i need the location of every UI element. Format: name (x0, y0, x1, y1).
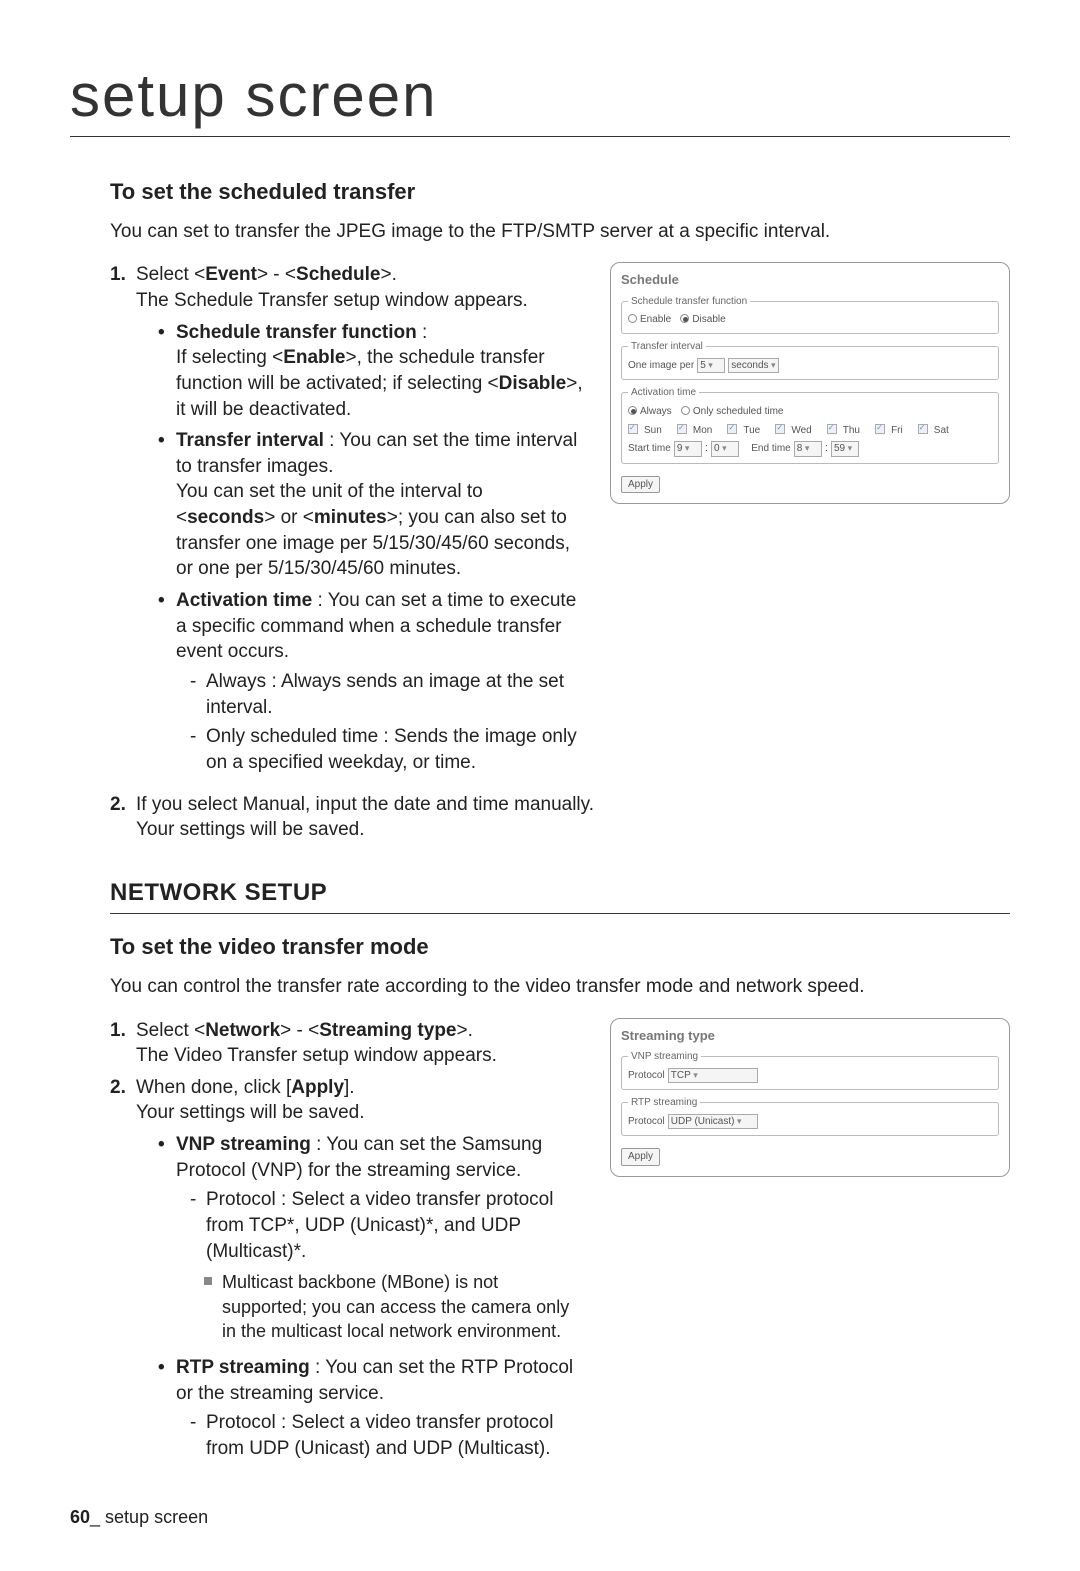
start-min-select[interactable]: 0 (711, 441, 739, 457)
end-min-select[interactable]: 59 (831, 441, 859, 457)
bullet-icon: • (158, 428, 176, 582)
tue-checkbox[interactable] (727, 424, 737, 434)
rtp-protocol-select[interactable]: UDP (Unicast) (668, 1114, 758, 1130)
wed-checkbox[interactable] (775, 424, 785, 434)
bullet-activation-time: Activation time : You can set a time to … (176, 588, 586, 779)
enable-label: Enable (640, 314, 671, 325)
end-time-label: End time (751, 443, 790, 454)
bullet-vnp-streaming: VNP streaming : You can set the Samsung … (176, 1132, 586, 1349)
transfer-interval-legend: Transfer interval (628, 340, 706, 354)
bullet-icon: • (158, 320, 176, 423)
sat-checkbox[interactable] (918, 424, 928, 434)
disable-label: Disable (692, 314, 725, 325)
bullet-transfer-interval: Transfer interval : You can set the time… (176, 428, 586, 582)
section-scheduled-transfer-heading: To set the scheduled transfer (110, 177, 1010, 207)
net-step-1-text: Select <Network> - <Streaming type>. The… (136, 1018, 586, 1069)
section-video-transfer-intro: You can control the transfer rate accord… (110, 974, 1010, 1000)
section-video-transfer-heading: To set the video transfer mode (110, 932, 1010, 962)
always-radio[interactable] (628, 406, 637, 415)
bullet-icon: • (158, 1132, 176, 1349)
schedule-panel: Schedule Schedule transfer function Enab… (610, 262, 1010, 504)
one-image-per-label: One image per (628, 360, 694, 371)
bullet-rtp-streaming: RTP streaming : You can set the RTP Prot… (176, 1355, 586, 1466)
step-1-text: Select <Event> - <Schedule>. (136, 262, 586, 288)
footer-text: setup screen (105, 1507, 208, 1527)
sat-label: Sat (934, 425, 949, 436)
vnp-streaming-fieldset: VNP streaming Protocol TCP (621, 1050, 999, 1090)
vnp-protocol-select[interactable]: TCP (668, 1068, 758, 1084)
mon-label: Mon (693, 425, 712, 436)
streaming-type-panel: Streaming type VNP streaming Protocol TC… (610, 1018, 1010, 1177)
schedule-apply-button[interactable]: Apply (621, 476, 660, 494)
page-number: 60 (70, 1507, 90, 1527)
multicast-note: Multicast backbone (MBone) is not suppor… (222, 1270, 586, 1343)
wed-label: Wed (791, 425, 811, 436)
activation-time-legend: Activation time (628, 386, 699, 400)
section-scheduled-transfer-intro: You can set to transfer the JPEG image t… (110, 219, 1010, 245)
bullet-icon: • (158, 588, 176, 779)
start-time-label: Start time (628, 443, 671, 454)
page-footer: 60_ setup screen (70, 1505, 208, 1529)
vnp-protocol-text: Protocol : Select a video transfer proto… (206, 1187, 586, 1264)
end-hour-select[interactable]: 8 (794, 441, 822, 457)
disable-radio[interactable] (680, 314, 689, 323)
vnp-streaming-legend: VNP streaming (628, 1050, 701, 1064)
schedule-transfer-function-legend: Schedule transfer function (628, 295, 750, 309)
tue-label: Tue (743, 425, 760, 436)
rtp-protocol-text: Protocol : Select a video transfer proto… (206, 1410, 586, 1461)
thu-checkbox[interactable] (827, 424, 837, 434)
dash-icon: - (190, 669, 206, 720)
page-title: setup screen (70, 55, 1010, 137)
thu-label: Thu (843, 425, 860, 436)
step-1-line2: The Schedule Transfer setup window appea… (136, 288, 586, 314)
bullet-schedule-transfer-function: Schedule transfer function : If selectin… (176, 320, 586, 423)
dash-icon: - (190, 724, 206, 775)
interval-unit-select[interactable]: seconds (728, 358, 778, 374)
transfer-interval-fieldset: Transfer interval One image per 5 second… (621, 340, 999, 380)
note-icon (204, 1277, 212, 1285)
streaming-type-panel-title: Streaming type (621, 1027, 999, 1045)
sun-checkbox[interactable] (628, 424, 638, 434)
dash-icon: - (190, 1410, 206, 1461)
mon-checkbox[interactable] (677, 424, 687, 434)
activation-only-scheduled: Only scheduled time : Sends the image on… (206, 724, 586, 775)
net-step-1-number: 1. (110, 1018, 136, 1069)
interval-value-select[interactable]: 5 (697, 358, 725, 374)
activation-always: Always : Always sends an image at the se… (206, 669, 586, 720)
net-step-2-number: 2. (110, 1075, 136, 1472)
schedule-transfer-function-fieldset: Schedule transfer function Enable Disabl… (621, 295, 999, 334)
vnp-protocol-label: Protocol (628, 1070, 665, 1081)
only-scheduled-label: Only scheduled time (693, 406, 784, 417)
schedule-panel-title: Schedule (621, 271, 999, 289)
step-2-number: 2. (110, 792, 136, 843)
rtp-streaming-fieldset: RTP streaming Protocol UDP (Unicast) (621, 1096, 999, 1136)
enable-radio[interactable] (628, 314, 637, 323)
fri-label: Fri (891, 425, 903, 436)
streaming-apply-button[interactable]: Apply (621, 1148, 660, 1166)
rtp-protocol-label: Protocol (628, 1116, 665, 1127)
rtp-streaming-legend: RTP streaming (628, 1096, 700, 1110)
sun-label: Sun (644, 425, 662, 436)
activation-time-fieldset: Activation time Always Only scheduled ti… (621, 386, 999, 464)
only-scheduled-radio[interactable] (681, 406, 690, 415)
fri-checkbox[interactable] (875, 424, 885, 434)
start-hour-select[interactable]: 9 (674, 441, 702, 457)
step-1-number: 1. (110, 262, 136, 785)
network-setup-heading: NETWORK SETUP (110, 877, 1010, 914)
always-label: Always (640, 406, 672, 417)
net-step-2-text: When done, click [Apply]. Your settings … (136, 1075, 586, 1472)
bullet-icon: • (158, 1355, 176, 1466)
step-2-text: If you select Manual, input the date and… (136, 792, 1010, 843)
dash-icon: - (190, 1187, 206, 1264)
